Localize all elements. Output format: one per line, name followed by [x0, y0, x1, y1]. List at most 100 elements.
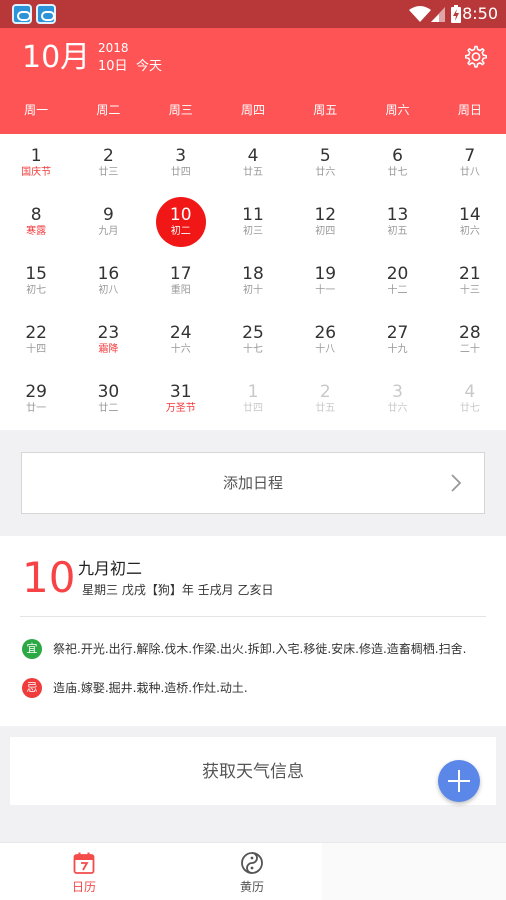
day-cell[interactable]: 8 寒露 — [0, 193, 72, 252]
lunar-day-label: 十一 — [315, 285, 336, 296]
month-title[interactable]: 10月 — [22, 40, 90, 76]
day-number: 28 — [459, 323, 481, 343]
day-cell[interactable]: 16 初八 — [72, 252, 144, 311]
day-cell[interactable]: 1 廿四 — [217, 370, 289, 429]
day-cell[interactable]: 5 廿六 — [289, 134, 361, 193]
lunar-day-label: 初五 — [387, 226, 408, 237]
day-number: 29 — [25, 382, 47, 402]
day-cell[interactable]: 11 初三 — [217, 193, 289, 252]
battery-charging-icon — [451, 5, 461, 23]
day-cell[interactable]: 31 万圣节 — [145, 370, 217, 429]
day-number: 1 — [30, 146, 42, 166]
day-cell[interactable]: 13 初五 — [361, 193, 433, 252]
lunar-day-label: 廿五 — [242, 167, 263, 178]
day-cell[interactable]: 24 十六 — [145, 311, 217, 370]
weather-card[interactable]: 获取天气信息 — [10, 737, 496, 805]
day-cell[interactable]: 4 廿七 — [434, 370, 506, 429]
day-number: 2 — [319, 382, 331, 402]
day-number: 5 — [319, 146, 331, 166]
status-time: 8:50 — [462, 4, 498, 23]
day-cell[interactable]: 4 廿五 — [217, 134, 289, 193]
tab-calendar[interactable]: 日历 — [0, 843, 168, 900]
day-number: 19 — [314, 264, 337, 284]
day-cell[interactable]: 19 十一 — [289, 252, 361, 311]
festival-label: 万圣节 — [165, 403, 196, 414]
lunar-day-label: 廿一 — [26, 403, 47, 414]
month-grid: 1 国庆节 2 廿三 3 廿四 4 廿五 5 廿六 6 廿七 7 廿八 8 寒露 9 九月 10 初二 11 初三 12 初四… — [0, 134, 506, 430]
plus-icon[interactable] — [438, 760, 480, 802]
festival-label: 霜降 — [98, 344, 119, 355]
festival-label: 国庆节 — [21, 167, 52, 178]
lunar-day-label: 廿六 — [315, 167, 336, 178]
lunar-day-label: 初八 — [98, 285, 119, 296]
lunar-day-label: 廿四 — [242, 403, 263, 414]
almanac-panel[interactable]: 10 九月初二 星期三 戊戌【狗】年 壬戌月 乙亥日 宜 祭祀.开光.出行.解除… — [0, 536, 506, 726]
day-cell[interactable]: 18 初十 — [217, 252, 289, 311]
calendar-header: 10月 2018 10日 今天 周一 周二 周三 周四 周五 周六 周日 — [0, 28, 506, 134]
day-cell[interactable]: 3 廿四 — [145, 134, 217, 193]
lunar-day-label: 初六 — [459, 226, 480, 237]
lunar-day-label: 十七 — [242, 344, 263, 355]
day-cell[interactable]: 25 十七 — [217, 311, 289, 370]
day-number: 24 — [169, 323, 192, 343]
add-schedule-button[interactable]: 添加日程 — [21, 452, 485, 514]
day-cell[interactable]: 2 廿五 — [289, 370, 361, 429]
divider — [20, 616, 486, 617]
day-number: 13 — [386, 205, 409, 225]
lunar-day-label: 初七 — [26, 285, 47, 296]
day-cell[interactable]: 30 廿二 — [72, 370, 144, 429]
day-cell[interactable]: 26 十八 — [289, 311, 361, 370]
lunar-day-label: 十三 — [459, 285, 480, 296]
day-cell[interactable]: 9 九月 — [72, 193, 144, 252]
lunar-day-label: 廿七 — [387, 167, 408, 178]
weekday-row: 周一 周二 周三 周四 周五 周六 周日 — [0, 100, 506, 120]
day-cell[interactable]: 21 十三 — [434, 252, 506, 311]
day-cell[interactable]: 14 初六 — [434, 193, 506, 252]
signal-icon — [431, 7, 445, 22]
lunar-day-label: 廿四 — [170, 167, 191, 178]
day-number: 12 — [314, 205, 337, 225]
lunar-day-label: 廿六 — [387, 403, 408, 414]
lunar-day-label: 廿五 — [315, 403, 336, 414]
day-cell[interactable]: 7 廿八 — [434, 134, 506, 193]
day-cell[interactable]: 23 霜降 — [72, 311, 144, 370]
day-cell[interactable]: 20 十二 — [361, 252, 433, 311]
day-cell[interactable]: 2 廿三 — [72, 134, 144, 193]
day-cell[interactable]: 29 廿一 — [0, 370, 72, 429]
tab-almanac-label: 黄历 — [239, 880, 264, 894]
day-number: 1 — [247, 382, 259, 402]
day-cell[interactable]: 15 初七 — [0, 252, 72, 311]
yi-badge: 宜 — [22, 639, 42, 659]
nav-empty-area — [322, 843, 506, 900]
day-cell[interactable]: 3 廿六 — [361, 370, 433, 429]
day-number: 23 — [97, 323, 120, 343]
day-cell-selected[interactable]: 10 初二 — [145, 193, 217, 252]
yi-text: 祭祀.开光.出行.解除.伐木.作梁.出火.拆卸.入宅.移徙.安床.修造.造畜椆栖… — [53, 642, 467, 656]
lunar-day-label: 二十 — [459, 344, 480, 355]
day-cell[interactable]: 17 重阳 — [145, 252, 217, 311]
lunar-day-label: 初四 — [315, 226, 336, 237]
day-cell[interactable]: 6 廿七 — [361, 134, 433, 193]
tab-almanac[interactable]: 黄历 — [168, 843, 336, 900]
day-number: 2 — [103, 146, 114, 166]
day-number: 8 — [30, 205, 42, 225]
day-cell[interactable]: 22 十四 — [0, 311, 72, 370]
lunar-date: 九月初二 — [78, 559, 143, 578]
day-cell[interactable]: 1 国庆节 — [0, 134, 72, 193]
day-number: 17 — [169, 264, 192, 284]
day-number: 16 — [97, 264, 120, 284]
day-number: 18 — [242, 264, 264, 284]
weather-label: 获取天气信息 — [202, 762, 304, 782]
day-cell[interactable]: 12 初四 — [289, 193, 361, 252]
lunar-day-label: 廿三 — [98, 167, 119, 178]
calendar-icon — [73, 852, 95, 874]
lunar-day-label: 十九 — [387, 344, 408, 355]
day-number: 21 — [459, 264, 481, 284]
today-button[interactable]: 今天 — [136, 58, 162, 76]
yin-yang-icon — [241, 852, 263, 874]
weekday-label: 周一 — [24, 103, 49, 117]
gear-icon[interactable] — [462, 44, 488, 70]
day-cell[interactable]: 28 二十 — [434, 311, 506, 370]
day-cell[interactable]: 27 十九 — [361, 311, 433, 370]
day-number: 6 — [392, 146, 403, 166]
